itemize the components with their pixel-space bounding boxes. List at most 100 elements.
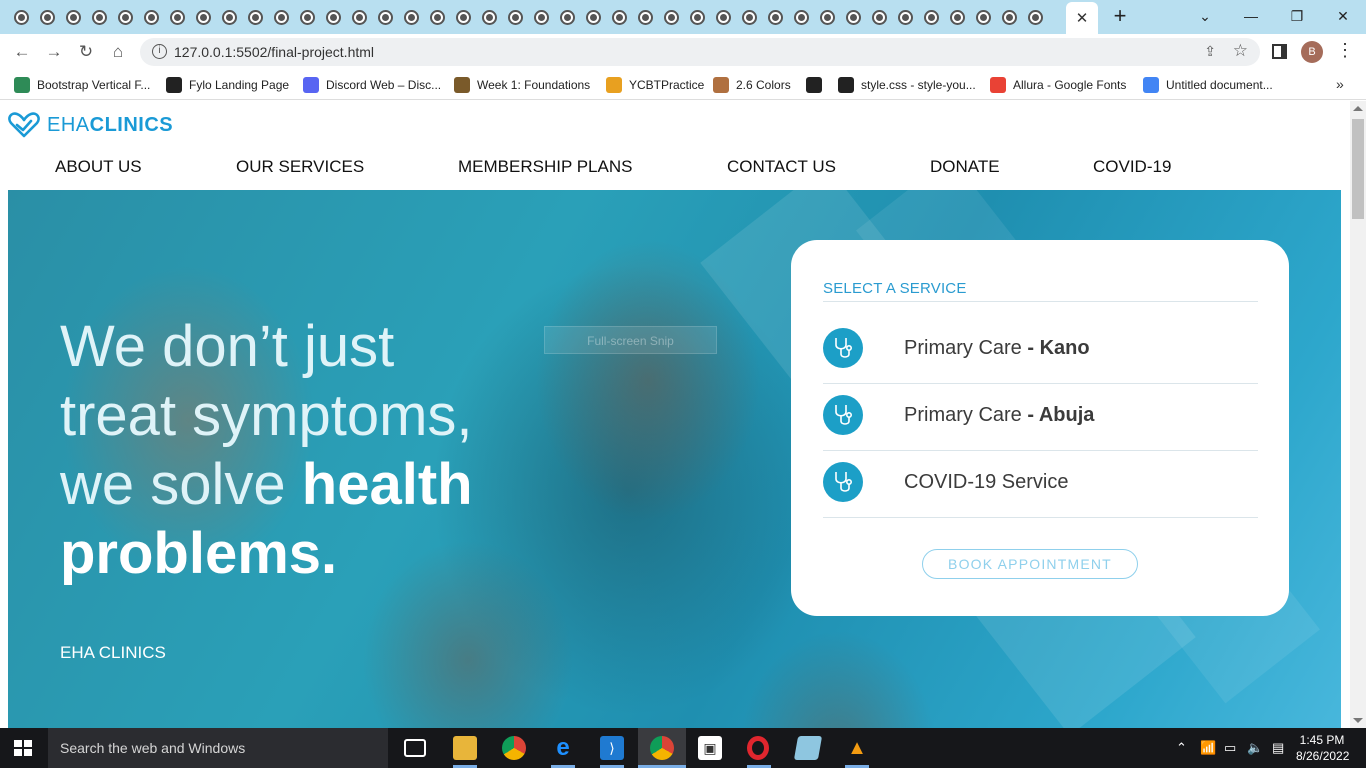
browser-tab[interactable] [86,4,112,30]
browser-tab[interactable] [138,4,164,30]
windows-start-icon[interactable] [14,740,32,756]
site-logo[interactable]: EHACLINICS [8,111,173,139]
new-tab-button[interactable]: + [1108,5,1132,29]
close-window-button[interactable]: ✕ [1320,0,1366,32]
browser-tab[interactable] [164,4,190,30]
browser-tab[interactable] [580,4,606,30]
browser-tab[interactable] [502,4,528,30]
scrollbar-thumb[interactable] [1352,119,1364,219]
restore-button[interactable]: ❐ [1274,0,1320,32]
store-icon[interactable]: ▣ [698,736,722,760]
browser-tab[interactable] [892,4,918,30]
nav-covid-19[interactable]: COVID-19 [1093,157,1171,177]
scroll-up-arrow-icon[interactable] [1353,106,1363,111]
more-bookmarks-icon[interactable]: » [1336,76,1344,92]
page-scrollbar[interactable] [1350,101,1366,728]
address-bar[interactable]: i 127.0.0.1:5502/final-project.html ⇪ ☆ [140,38,1260,66]
share-icon[interactable]: ⇪ [1204,43,1216,60]
notes-icon[interactable] [793,736,823,760]
reload-icon[interactable]: ↻ [74,41,98,63]
nav-about-us[interactable]: ABOUT US [55,157,142,177]
bookmark-item[interactable]: Allura - Google Fonts [990,76,1126,94]
battery-icon[interactable]: ▭ [1224,740,1236,756]
forward-arrow-icon[interactable]: → [42,41,66,63]
browser-tab[interactable] [840,4,866,30]
bookmark-item[interactable]: style.css - style-you... [838,76,976,94]
show-hidden-icons-chevron-icon[interactable]: ⌃ [1176,740,1187,756]
bookmark-item[interactable]: Discord Web – Disc... [303,76,441,94]
minimize-button[interactable]: — [1228,0,1274,32]
browser-tab[interactable] [1022,4,1048,30]
browser-tab[interactable] [528,4,554,30]
browser-tab[interactable] [944,4,970,30]
service-covid-19[interactable]: COVID-19 Service [823,449,1258,515]
task-view-icon[interactable] [404,739,426,757]
browser-tab[interactable] [918,4,944,30]
browser-tab[interactable] [320,4,346,30]
bookmark-item[interactable]: Untitled document... [1143,76,1273,94]
url-text[interactable]: 127.0.0.1:5502/final-project.html [174,44,374,60]
network-icon[interactable]: 📶 [1200,740,1216,756]
side-panel-icon[interactable] [1272,44,1287,59]
browser-tab[interactable] [710,4,736,30]
vlc-icon[interactable]: ▲ [845,736,869,760]
nav-contact-us[interactable]: CONTACT US [727,157,836,177]
browser-tab[interactable] [60,4,86,30]
notifications-icon[interactable]: ▤ [1272,740,1284,756]
browser-tab[interactable] [294,4,320,30]
back-arrow-icon[interactable]: ← [10,41,34,63]
bookmark-item[interactable]: Fylo Landing Page [166,76,289,94]
browser-tab[interactable] [242,4,268,30]
browser-menu-icon[interactable]: ⋮ [1336,40,1354,61]
browser-tab[interactable] [658,4,684,30]
bookmark-item[interactable]: Week 1: Foundations [454,76,590,94]
active-tab-close-button[interactable]: ✕ [1066,2,1098,34]
bookmark-item[interactable]: 2.6 Colors [713,76,791,94]
browser-tab[interactable] [372,4,398,30]
volume-icon[interactable]: 🔈 [1247,740,1263,756]
browser-tab[interactable] [216,4,242,30]
bookmark-item[interactable]: Bootstrap Vertical F... [14,76,150,94]
browser-tab[interactable] [814,4,840,30]
browser-tab[interactable] [606,4,632,30]
nav-donate[interactable]: DONATE [930,157,1000,177]
site-info-icon[interactable]: i [152,44,167,59]
browser-tab[interactable] [398,4,424,30]
nav-our-services[interactable]: OUR SERVICES [236,157,364,177]
book-appointment-button[interactable]: BOOK APPOINTMENT [922,549,1138,579]
scroll-down-arrow-icon[interactable] [1353,718,1363,723]
browser-tab[interactable] [346,4,372,30]
edge-icon[interactable]: e [551,734,575,761]
system-clock[interactable]: 1:45 PM 8/26/2022 [1296,732,1349,764]
browser-tab[interactable] [112,4,138,30]
browser-tab[interactable] [762,4,788,30]
browser-tab[interactable] [736,4,762,30]
browser-tab[interactable] [866,4,892,30]
service-primary-care-abuja[interactable]: Primary Care - Abuja [823,382,1258,448]
bookmark-item[interactable] [806,76,829,94]
bookmark-star-icon[interactable]: ☆ [1233,41,1248,61]
file-explorer-icon[interactable] [453,736,477,760]
home-icon[interactable]: ⌂ [106,41,130,63]
browser-tab[interactable] [788,4,814,30]
browser-tab[interactable] [632,4,658,30]
profile-avatar[interactable]: B [1301,41,1323,63]
browser-tab[interactable] [34,4,60,30]
taskbar-search-box[interactable]: Search the web and Windows [48,728,388,768]
browser-tab[interactable] [684,4,710,30]
browser-tab[interactable] [996,4,1022,30]
opera-icon[interactable] [747,736,769,760]
browser-tab[interactable] [8,4,34,30]
nav-membership-plans[interactable]: MEMBERSHIP PLANS [458,157,632,177]
tab-search-dropdown-icon[interactable]: ⌄ [1182,0,1228,32]
browser-tab[interactable] [970,4,996,30]
browser-tab[interactable] [424,4,450,30]
browser-tab[interactable] [268,4,294,30]
service-primary-care-kano[interactable]: Primary Care - Kano [823,315,1258,381]
chrome-profile-icon[interactable] [650,736,674,760]
browser-tab[interactable] [554,4,580,30]
browser-tab[interactable] [450,4,476,30]
browser-tab[interactable] [190,4,216,30]
vscode-icon[interactable]: ⟩ [600,736,624,760]
bookmark-item[interactable]: YCBTPractice [606,76,704,94]
